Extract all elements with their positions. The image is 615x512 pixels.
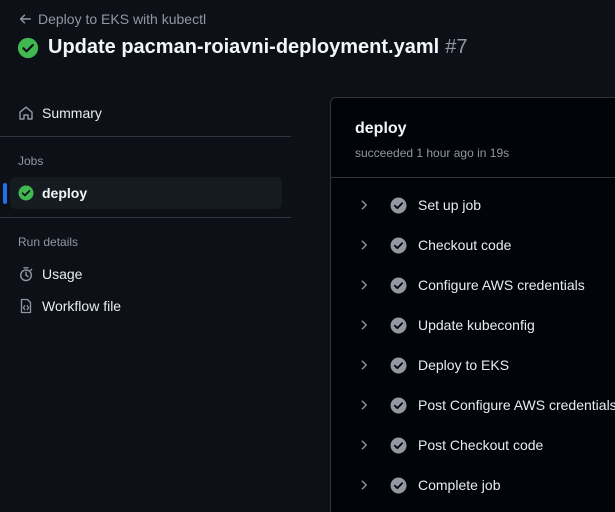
sidebar-item-usage[interactable]: Usage	[10, 258, 282, 290]
check-circle-fill-icon	[390, 437, 407, 453]
back-link-label: Deploy to EKS with kubectl	[38, 11, 207, 27]
job-title: deploy	[355, 120, 407, 137]
sidebar-item-label: deploy	[42, 185, 88, 201]
step-row[interactable]: Update kubeconfig	[331, 305, 615, 345]
step-label: Post Checkout code	[418, 437, 544, 453]
sidebar-item-workflow-file[interactable]: Workflow file	[10, 290, 282, 322]
page-title: Update pacman-roiavni-deployment.yaml #7	[48, 36, 467, 59]
sidebar-item-label: Usage	[42, 266, 83, 282]
job-header: deploy succeeded 1 hour ago in 19s	[331, 98, 615, 178]
step-row[interactable]: Deploy to EKS	[331, 345, 615, 385]
step-label: Checkout code	[418, 237, 512, 253]
step-label: Post Configure AWS credentials	[418, 397, 615, 413]
sidebar-item-label: Workflow file	[42, 298, 122, 314]
job-panel: deploy succeeded 1 hour ago in 19s Set u…	[330, 97, 615, 512]
chevron-right-icon	[361, 440, 367, 450]
step-label: Configure AWS credentials	[418, 277, 585, 293]
chevron-right-icon	[361, 200, 367, 210]
step-row[interactable]: Post Configure AWS credentials	[331, 385, 615, 425]
chevron-right-icon	[361, 480, 367, 490]
stopwatch-icon	[19, 267, 33, 282]
check-circle-fill-icon	[390, 317, 407, 333]
chevron-right-icon	[361, 280, 367, 290]
check-circle-fill-icon	[390, 197, 407, 213]
run-details-heading: Run details	[18, 235, 79, 249]
check-circle-fill-icon	[390, 277, 407, 293]
chevron-right-icon	[361, 400, 367, 410]
sidebar-divider	[0, 217, 291, 218]
file-code-icon	[20, 298, 32, 314]
step-label: Deploy to EKS	[418, 357, 510, 373]
home-icon	[19, 106, 33, 120]
step-row[interactable]: Post Checkout code	[331, 425, 615, 465]
check-circle-fill-icon	[390, 397, 407, 413]
chevron-right-icon	[361, 240, 367, 250]
active-indicator	[3, 183, 7, 204]
step-label: Complete job	[418, 477, 501, 493]
sidebar-item-deploy[interactable]: deploy	[10, 177, 282, 209]
step-label: Update kubeconfig	[418, 317, 535, 333]
step-row[interactable]: Configure AWS credentials	[331, 265, 615, 305]
jobs-heading: Jobs	[18, 154, 44, 168]
step-row[interactable]: Complete job	[331, 465, 615, 505]
sidebar-item-label: Summary	[42, 105, 102, 121]
check-circle-fill-icon	[390, 237, 407, 253]
sidebar-item-summary[interactable]: Summary	[10, 97, 282, 129]
job-status: succeeded 1 hour ago in 19s	[355, 146, 510, 160]
step-label: Set up job	[418, 197, 482, 213]
back-to-workflow-link[interactable]: Deploy to EKS with kubectl	[18, 11, 206, 27]
arrow-left-icon	[19, 14, 31, 24]
check-circle-fill-icon	[390, 357, 407, 373]
check-circle-fill-icon	[390, 477, 407, 493]
check-circle-fill-icon	[17, 37, 39, 58]
run-number: #7	[445, 36, 468, 58]
sidebar-divider	[0, 136, 291, 137]
run-title-row: Update pacman-roiavni-deployment.yaml #7	[17, 36, 467, 59]
chevron-right-icon	[361, 360, 367, 370]
step-row[interactable]: Set up job	[331, 185, 615, 225]
workflow-run-page: Deploy to EKS with kubectl Update pacman…	[0, 0, 615, 512]
chevron-right-icon	[361, 320, 367, 330]
step-row[interactable]: Checkout code	[331, 225, 615, 265]
run-title: Update pacman-roiavni-deployment.yaml	[48, 36, 440, 58]
check-circle-fill-icon	[18, 185, 34, 201]
